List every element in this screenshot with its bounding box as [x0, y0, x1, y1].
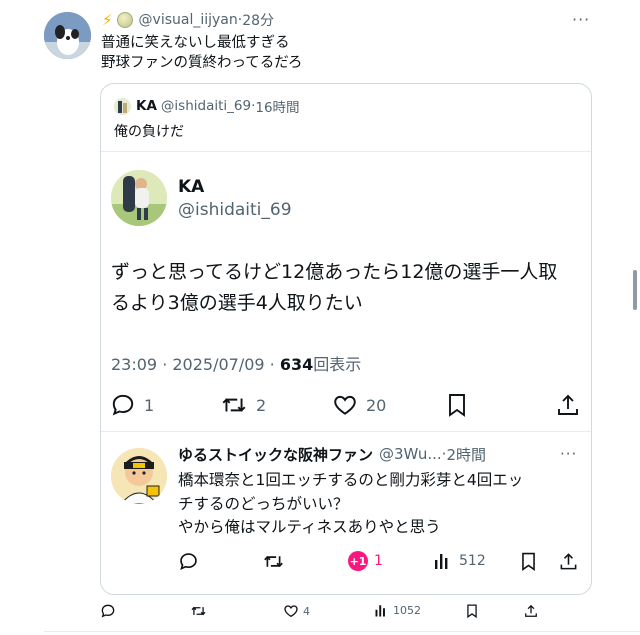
main-name[interactable]: KA [178, 177, 204, 197]
divider [44, 631, 640, 632]
share-icon [556, 392, 588, 418]
outer-bookmark-button[interactable] [465, 603, 483, 619]
more-options-icon[interactable]: ··· [560, 445, 577, 463]
quote-text: 俺の負けだ [114, 124, 184, 140]
reply-like-count: 1 [374, 553, 383, 569]
main-repost-button[interactable]: 2 [220, 392, 266, 418]
views-icon [433, 551, 459, 571]
quote-header: KA @ishidaiti_69 · 16時間 [114, 96, 300, 116]
reply-like-button[interactable]: +1 1 [348, 551, 383, 571]
main-bookmark-button[interactable] [445, 392, 477, 418]
share-icon [524, 603, 542, 619]
outer-repost-button[interactable] [190, 603, 211, 619]
outer-text-line-2: 野球ファンの質終わってるだろ [101, 55, 303, 71]
main-body-line-1: ずっと思ってるけど12億あったら12億の選手一人取 [111, 261, 558, 283]
reply-header: ゆるストイックな阪神ファン @3Wu... · 2時間 [178, 443, 486, 465]
outer-like-button[interactable]: 4 [283, 603, 310, 619]
reply-text-line-1: 橋本環奈と1回エッチするのと剛力彩芽と4回エッ [178, 471, 524, 489]
baseball-icon [116, 12, 133, 28]
outer-reply-button[interactable] [100, 603, 120, 619]
divider [101, 151, 591, 152]
more-options-icon[interactable]: ··· [572, 10, 594, 29]
like-icon [283, 603, 303, 619]
reply-action-bar: +1 1 512 [100, 549, 592, 575]
outer-avatar[interactable] [44, 12, 91, 59]
reply-text-line-3: やから俺はマルティネスありやと思う [178, 518, 441, 536]
reply-share-button[interactable] [559, 551, 584, 572]
reply-time[interactable]: 2時間 [446, 444, 486, 465]
outer-handle[interactable]: @visual_iijyan [139, 12, 238, 28]
main-like-count: 20 [366, 395, 387, 415]
reply-repost-button[interactable] [262, 551, 291, 572]
reply-view-count: 512 [459, 553, 486, 569]
main-view-number: 634 [279, 355, 314, 374]
main-tweet-body: ずっと思ってるけど12億あったら12億の選手一人取 るより3億の選手4人取りたい [111, 257, 581, 319]
reply-text: 橋本環奈と1回エッチするのと剛力彩芽と4回エッ チするのどっちがいい？ やから俺… [178, 469, 583, 540]
reply-icon [110, 392, 144, 418]
reply-name[interactable]: ゆるストイックな阪神ファン [178, 444, 373, 465]
bookmark-icon [445, 392, 477, 418]
main-share-button[interactable] [556, 392, 588, 418]
bookmark-icon [465, 603, 483, 619]
outer-view-count: 1052 [393, 604, 421, 617]
outer-tweet-text: 普通に笑えないし最低すぎる 野球ファンの質終わってるだろ [101, 33, 581, 73]
main-body-line-2: るより3億の選手4人取りたい [111, 292, 363, 314]
main-like-button[interactable]: 20 [332, 392, 386, 418]
outer-like-count: 4 [303, 604, 310, 618]
outer-tweet-header: ⚡ @visual_iijyan · 28分 [102, 9, 274, 31]
repost-icon [190, 603, 211, 619]
share-icon [559, 551, 584, 572]
quote-time: 16時間 [255, 100, 300, 116]
reply-icon [178, 551, 205, 572]
reply-views-button[interactable]: 512 [433, 551, 486, 571]
scrollbar-thumb[interactable] [633, 270, 637, 310]
like-badge-icon: +1 [348, 551, 368, 571]
main-view-label: 回表示 [313, 355, 362, 374]
reply-reply-button[interactable] [178, 551, 205, 572]
reply-icon [100, 603, 120, 619]
quote-handle: @ishidaiti_69 [160, 98, 252, 114]
main-reply-count: 1 [144, 395, 155, 415]
main-reply-button[interactable]: 1 [110, 392, 154, 418]
outer-time[interactable]: 28分 [242, 10, 274, 30]
quote-mini-avatar [114, 97, 131, 115]
main-repost-count: 2 [256, 395, 267, 415]
bolt-icon: ⚡ [102, 11, 113, 29]
reply-handle[interactable]: @3Wu... [379, 445, 442, 463]
repost-icon [220, 392, 256, 418]
outer-views-button[interactable]: 1052 [374, 603, 421, 618]
main-action-bar: 1 2 20 [100, 390, 592, 420]
views-icon [374, 603, 393, 618]
main-timestamp[interactable]: 23:09 · 2025/07/09 · [111, 355, 280, 374]
reply-bookmark-button[interactable] [519, 551, 544, 572]
quote-name: KA [136, 98, 157, 114]
divider [101, 431, 591, 432]
outer-text-line-1: 普通に笑えないし最低すぎる [101, 35, 290, 51]
main-avatar[interactable] [111, 170, 167, 226]
like-icon [332, 392, 366, 418]
repost-icon [262, 551, 291, 572]
outer-action-bar: 4 1052 [100, 601, 592, 623]
reply-avatar[interactable] [111, 448, 167, 504]
bookmark-icon [519, 551, 544, 572]
reply-text-line-2: チするのどっちがいい？ [178, 494, 349, 513]
main-meta: 23:09 · 2025/07/09 · 634回表示 [111, 351, 361, 375]
main-handle[interactable]: @ishidaiti_69 [178, 200, 292, 220]
outer-share-button[interactable] [524, 603, 542, 619]
